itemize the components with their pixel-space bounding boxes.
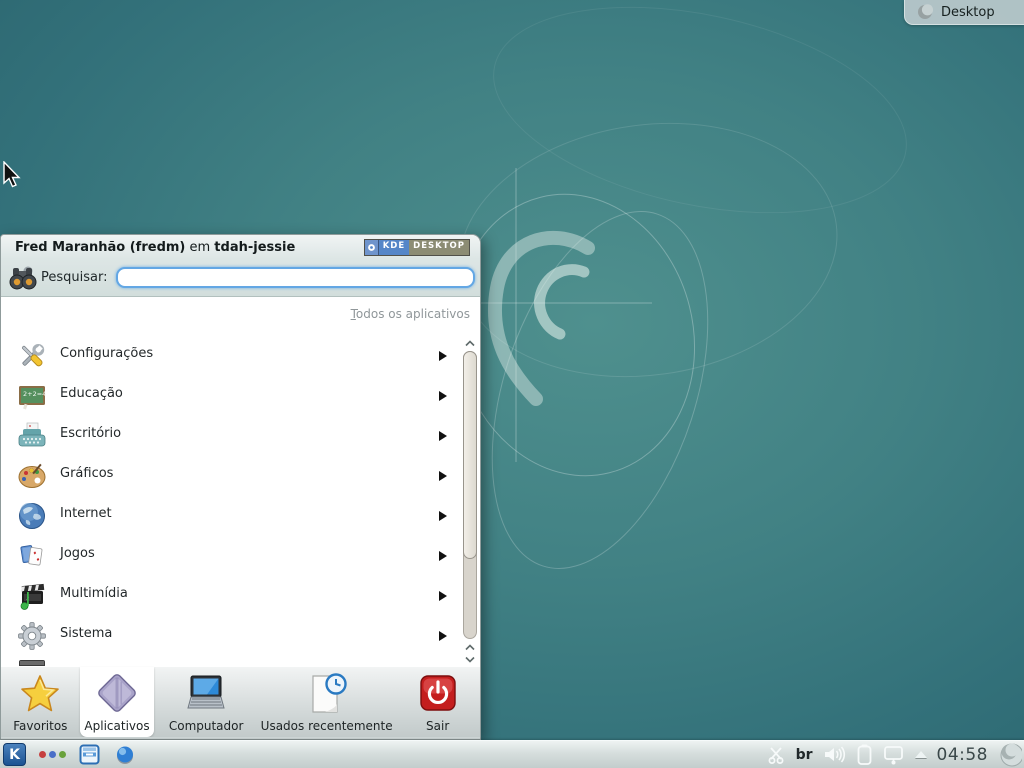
crossed-tools-icon [16, 340, 48, 372]
typewriter-icon [16, 420, 48, 452]
keyboard-layout-indicator[interactable]: br [796, 747, 813, 763]
kmenu-icon[interactable]: K [3, 743, 26, 766]
panel-cashew-icon[interactable] [996, 742, 1022, 768]
header-connector: em [185, 240, 214, 255]
submenu-arrow-icon [439, 631, 447, 641]
kickoff-bottom-edge [1, 737, 480, 739]
taskbar-panel: K [0, 740, 1024, 768]
desktop-toolbox-label: Desktop [941, 5, 995, 20]
scroll-up-icon-2[interactable] [463, 642, 477, 652]
kde-desktop-badge: KDE DESKTOP [364, 239, 470, 256]
submenu-arrow-icon [439, 391, 447, 401]
battery-icon[interactable] [857, 744, 872, 765]
search-label: Pesquisar: [41, 270, 108, 285]
menu-item-educacao[interactable]: 2+2=4 Educação [1, 376, 461, 416]
kickoff-search-row: Pesquisar: [1, 259, 480, 297]
power-icon [416, 672, 460, 716]
activities-dots-icon[interactable] [39, 751, 66, 758]
menu-item-configuracoes[interactable]: Configurações [1, 336, 461, 376]
scroll-up-icon[interactable] [463, 338, 477, 348]
tab-sair[interactable]: Sair [395, 667, 480, 737]
recent-document-clock-icon [303, 672, 351, 716]
tab-usados-recentemente[interactable]: Usados recentemente [258, 667, 395, 737]
menu-item-multimidia[interactable]: ♪ Multimídia [1, 576, 461, 616]
search-input[interactable] [116, 267, 475, 288]
scissors-icon[interactable] [767, 745, 786, 764]
kde-gear-mini-icon [365, 240, 379, 255]
binoculars-icon [9, 263, 37, 293]
clapperboard-note-icon: ♪ [16, 580, 48, 612]
submenu-arrow-icon [439, 591, 447, 601]
playing-cards-icon [16, 540, 48, 572]
menu-item-escritorio[interactable]: Escritório [1, 416, 461, 456]
menu-item-graficos[interactable]: Gráficos [1, 456, 461, 496]
device-notifier-icon[interactable] [882, 745, 905, 765]
globe-icon [16, 500, 48, 532]
archive-box-icon[interactable] [79, 744, 100, 765]
plasma-sphere-icon[interactable] [113, 744, 136, 766]
tab-computador[interactable]: Computador [154, 667, 258, 737]
tab-favoritos[interactable]: Favoritos [1, 667, 80, 737]
host-name: tdah-jessie [214, 240, 295, 255]
tray-expander-up-icon[interactable] [915, 751, 927, 758]
kickoff-menu-body: Todos os aplicativos Configurações [1, 297, 480, 667]
menu-item-internet[interactable]: Internet [1, 496, 461, 536]
mouse-cursor [2, 161, 24, 191]
scrollbar-thumb[interactable] [463, 351, 477, 559]
badge-desktop-label: DESKTOP [409, 240, 469, 255]
kickoff-header: Fred Maranhão (fredm) em tdah-jessie KDE… [1, 235, 480, 259]
badge-kde-label: KDE [379, 240, 409, 255]
volume-icon[interactable] [823, 745, 847, 764]
submenu-arrow-icon [439, 511, 447, 521]
menu-item-sistema[interactable]: Sistema [1, 616, 461, 656]
laptop-icon [180, 672, 232, 716]
chalkboard-icon: 2+2=4 [16, 380, 48, 412]
desktop-toolbox[interactable]: Desktop [904, 0, 1024, 25]
scroll-down-icon[interactable] [463, 654, 477, 664]
panel-launchers: K [3, 741, 136, 768]
svg-text:2+2=4: 2+2=4 [23, 390, 46, 398]
menu-scrollbar[interactable] [462, 338, 478, 666]
submenu-arrow-icon [439, 471, 447, 481]
kde-diamond-icon [95, 672, 139, 716]
gear-icon [16, 620, 48, 652]
submenu-arrow-icon [439, 351, 447, 361]
system-tray: br 04:58 [767, 741, 1024, 768]
cashew-icon [917, 4, 933, 20]
kickoff-tab-bar: Favoritos Aplicativos [1, 666, 480, 737]
user-name: Fred Maranhão (fredm) [15, 240, 185, 255]
kickoff-launcher: Fred Maranhão (fredm) em tdah-jessie KDE… [0, 234, 481, 740]
menu-item-jogos[interactable]: Jogos [1, 536, 461, 576]
submenu-arrow-icon [439, 551, 447, 561]
paint-palette-icon [16, 460, 48, 492]
tab-aplicativos[interactable]: Aplicativos [80, 667, 155, 737]
digital-clock[interactable]: 04:58 [937, 745, 989, 765]
star-icon [18, 672, 62, 716]
desktop: Desktop Fred Maranhão (fredm) em tdah-je… [0, 0, 1024, 768]
breadcrumb[interactable]: Todos os aplicativos [351, 307, 470, 321]
submenu-arrow-icon [439, 431, 447, 441]
